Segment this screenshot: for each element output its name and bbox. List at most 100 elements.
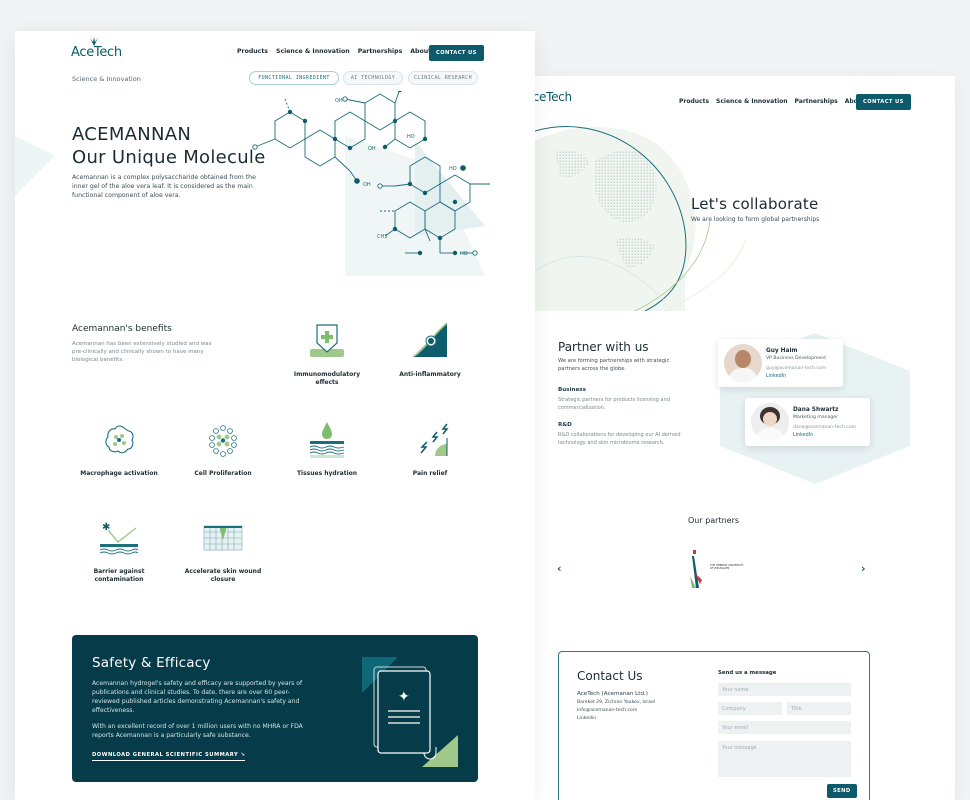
svg-text:OH: OH [335, 98, 343, 104]
benefit-label: Tissues hydration [296, 470, 358, 477]
title-input[interactable]: Title [787, 702, 851, 715]
logo[interactable]: AceTech [535, 90, 572, 104]
hero-title-line2: Our Unique Molecule [72, 147, 266, 168]
shield-plus-icon [310, 324, 344, 357]
contact-email[interactable]: info@acemanan-tech.com [577, 708, 637, 713]
benefit-cell-proliferation: Cell Proliferation [182, 420, 264, 478]
tab-functional-ingredient[interactable]: FUNCTIONAL INGREDIENT [249, 71, 339, 85]
avatar [724, 344, 762, 382]
svg-text:CH3: CH3 [377, 234, 387, 240]
svg-text:HO: HO [460, 251, 468, 257]
document-sparkle-icon: ✦ [362, 657, 458, 767]
partnerships-page: AceTech Products Science & Innovation Pa… [535, 76, 955, 800]
svg-text:✦: ✦ [398, 689, 410, 705]
hero-description: Acemannan is a complex polysaccharide ob… [72, 174, 256, 199]
rnd-text: R&D collaborations for developing our AI… [558, 432, 681, 446]
svg-text:HO: HO [449, 166, 457, 172]
benefit-label: Barrier against contamination [93, 568, 145, 583]
download-summary-link[interactable]: DOWNLOAD GENERAL SCIENTIFIC SUMMARY ↘ [92, 752, 246, 761]
partners-title: Our partners [688, 516, 740, 525]
nav-science[interactable]: Science & Innovation [276, 48, 350, 55]
contact-card-guy: Guy Haim VP Business Development guy@ace… [718, 339, 843, 387]
main-nav: Products Science & Innovation Partnershi… [237, 48, 431, 55]
contact-email[interactable]: guy@acemanan-tech.com [766, 366, 826, 371]
tab-clinical-research[interactable]: CLINICAL RESEARCH [408, 71, 478, 85]
name-input[interactable]: Your name [718, 683, 851, 696]
contact-linkedin-link[interactable]: LinkedIn [766, 374, 786, 379]
lightning-icon [420, 423, 449, 456]
partner-intro: We are forming partnerships with strateg… [558, 358, 670, 372]
message-textarea[interactable]: Your message [718, 741, 851, 777]
contact-linkedin-link[interactable]: LinkedIn [793, 433, 813, 438]
contact-role: Marketing manager [793, 415, 839, 420]
partner-logo-hebrew-university[interactable]: THE HEBREW UNIVERSITY OF JERUSALEM [688, 546, 744, 595]
cell-cluster-icon [209, 425, 237, 457]
benefit-label: Immunomodulatory effects [293, 371, 361, 386]
benefit-label: Pain relief [412, 470, 448, 477]
benefit-label: Anti-inflammatory [399, 371, 461, 378]
company-input[interactable]: Company [718, 702, 782, 715]
contact-address: Bareket 29, Zichron Yaakov, Israel [577, 700, 656, 705]
contact-name: Guy Haim [766, 348, 798, 354]
rnd-heading: R&D [558, 422, 572, 428]
svg-text:HO: HO [407, 134, 415, 140]
email-input[interactable]: Your email [718, 721, 851, 734]
partner-title: Partner with us [558, 340, 649, 354]
droplet-layers-icon [309, 422, 345, 458]
hero-title: Let's collaborate [691, 195, 819, 213]
form-title: Send us a message [718, 670, 777, 676]
contact-role: VP Business Development [766, 356, 827, 361]
nav-science[interactable]: Science & Innovation [716, 98, 788, 105]
main-nav: Products Science & Innovation Partnershi… [679, 98, 865, 105]
tab-ai-technology[interactable]: AI TECHNOLOGY [343, 71, 403, 85]
business-heading: Business [558, 387, 586, 393]
benefit-label: Cell Proliferation [194, 470, 252, 477]
nav-about[interactable]: About [410, 48, 431, 55]
contact-section: Contact Us AceTech (Acemanan Ltd.) Barek… [558, 651, 870, 800]
business-text: Strategic partners for products licensin… [558, 397, 670, 411]
benefits-title: Acemannan's benefits [72, 324, 172, 334]
macrophage-icon [105, 425, 134, 454]
safety-paragraph-2: With an excellent record of over 1 milli… [92, 723, 303, 739]
benefit-pain-relief: Pain relief [389, 420, 471, 478]
contact-email[interactable]: dana@acemanan-tech.com [793, 425, 856, 430]
molecule-illustration: OH OH HO OH HO HO CH3 [252, 91, 490, 257]
contact-name: Dana Shwartz [793, 407, 839, 413]
send-button[interactable]: SEND [827, 784, 857, 798]
aloe-leaf-icon [90, 37, 98, 46]
logo[interactable]: AceTech [71, 37, 122, 60]
carousel-next-chevron-icon[interactable]: › [861, 562, 866, 575]
svg-text:OH: OH [368, 146, 376, 152]
benefit-macrophage: Macrophage activation [78, 420, 160, 478]
nav-products[interactable]: Products [679, 98, 709, 105]
contact-linkedin[interactable]: Linkedin [577, 716, 596, 721]
university-logo-icon [690, 550, 702, 588]
science-page: AceTech Products Science & Innovation Pa… [15, 31, 535, 800]
nav-partnerships[interactable]: Partnerships [358, 48, 403, 55]
contact-card-dana: Dana Shwartz Marketing manager dana@acem… [745, 398, 870, 446]
contact-title: Contact Us [577, 669, 643, 683]
carousel-prev-chevron-icon[interactable]: ‹ [557, 562, 562, 575]
contact-company: AceTech (Acemanan Ltd.) [577, 691, 648, 697]
safety-title: Safety & Efficacy [92, 655, 211, 671]
benefit-skin-wound: Accelerate skin wound closure [182, 518, 264, 584]
skin-wound-icon [203, 525, 243, 551]
breadcrumb: Science & Innovation [72, 75, 141, 83]
barrier-icon: ✱ [99, 522, 139, 555]
partner-logo-text: THE HEBREW UNIVERSITY OF JERUSALEM [710, 564, 744, 571]
benefit-tissues-hydration: Tissues hydration [286, 420, 368, 478]
safety-paragraph-1: Acemannan hydrogel's safety and efficacy… [92, 680, 303, 714]
benefit-anti-inflammatory: Anti-inflammatory [389, 321, 471, 379]
logo-text: AceTech [535, 90, 572, 104]
contact-us-button[interactable]: CONTACT US [856, 94, 911, 110]
hero-subtitle: We are looking to form global partnershi… [691, 216, 820, 223]
hero-title-line1: ACEMANNAN [72, 124, 192, 145]
logo-text: AceTech [71, 45, 122, 60]
benefit-immunomodulatory: Immunomodulatory effects [286, 321, 368, 387]
benefit-barrier: ✱ Barrier against contamination [78, 518, 160, 584]
nav-products[interactable]: Products [237, 48, 268, 55]
contact-us-button[interactable]: CONTACT US [429, 45, 484, 61]
safety-efficacy-card: Safety & Efficacy Acemannan hydrogel's s… [72, 635, 478, 782]
nav-partnerships[interactable]: Partnerships [795, 98, 838, 105]
svg-text:OH: OH [363, 182, 371, 188]
